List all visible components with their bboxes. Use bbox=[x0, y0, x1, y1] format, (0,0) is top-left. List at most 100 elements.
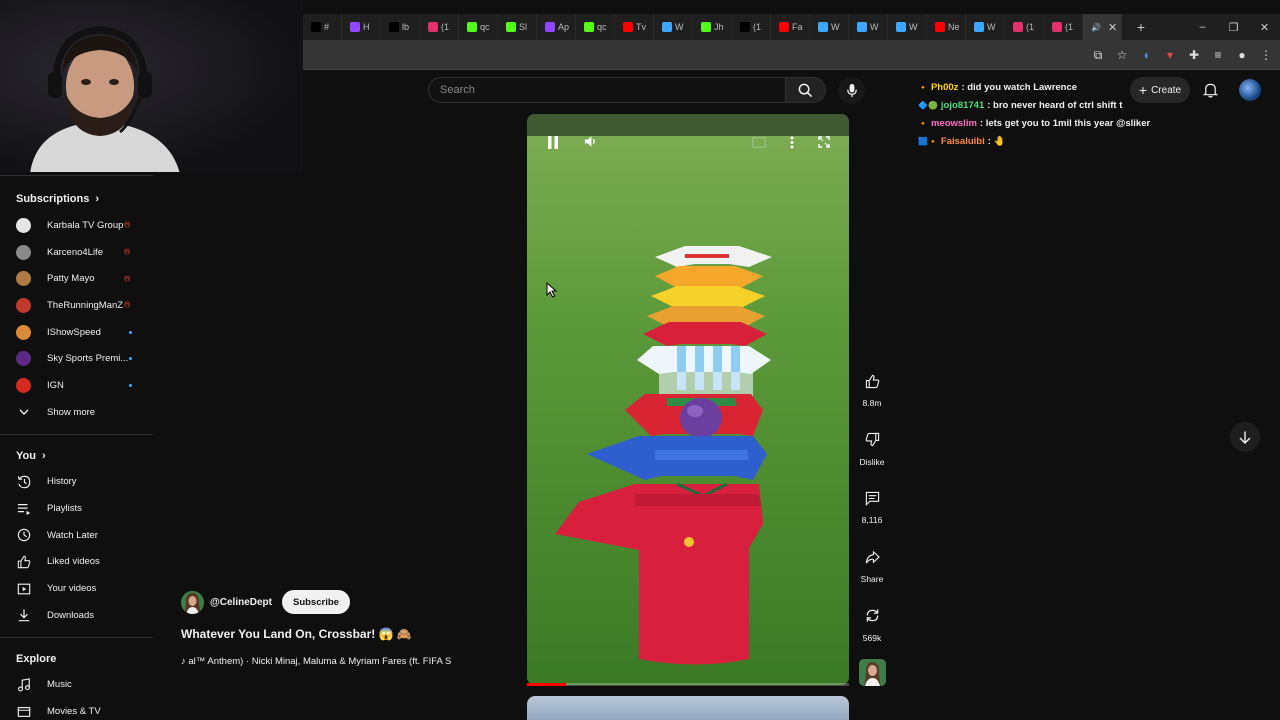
next-video-button[interactable] bbox=[1230, 422, 1260, 452]
maximize-button[interactable]: ❐ bbox=[1218, 21, 1249, 34]
browser-tab[interactable]: H bbox=[342, 14, 381, 40]
browser-tab[interactable]: Tv bbox=[615, 14, 654, 40]
close-window-button[interactable]: ✕ bbox=[1249, 21, 1280, 34]
music-info[interactable]: ♪ al™ Anthem) · Nicki Minaj, Maluma & My… bbox=[181, 656, 481, 670]
subscription-item[interactable]: IGN bbox=[0, 372, 153, 399]
subscription-item[interactable]: Patty Mayo ((•)) bbox=[0, 265, 153, 292]
tab-close-icon[interactable]: ✕ bbox=[1108, 21, 1117, 34]
sidebar-item-label: Movies & TV bbox=[47, 706, 101, 718]
subscription-name: Karceno4Life bbox=[47, 246, 103, 258]
chat-message: 🔸 Ph00z: did you watch Lawrence bbox=[918, 78, 1278, 96]
subscription-item[interactable]: Sky Sports Premi... bbox=[0, 345, 153, 372]
subscription-name: IGN bbox=[47, 379, 64, 391]
fullscreen-button[interactable] bbox=[816, 134, 832, 150]
shorts-video-player[interactable] bbox=[527, 114, 849, 685]
sidebar-item-history[interactable]: History bbox=[0, 469, 153, 496]
channel-name[interactable]: @CelineDept bbox=[210, 597, 272, 608]
sidebar-item-watch-later[interactable]: Watch Later bbox=[0, 522, 153, 549]
channel-thumbnail[interactable] bbox=[859, 659, 886, 686]
browser-tab-active[interactable]: 🔊 ✕ bbox=[1083, 14, 1122, 40]
comment-count: 8,116 bbox=[861, 515, 883, 526]
subscription-name: Sky Sports Premi... bbox=[47, 353, 129, 365]
you-header[interactable]: You › bbox=[0, 443, 153, 469]
account-avatar[interactable] bbox=[1239, 79, 1261, 101]
browser-tab[interactable]: qc bbox=[459, 14, 498, 40]
browser-tab[interactable]: Sl bbox=[498, 14, 537, 40]
sidebar-item-liked-videos[interactable]: Liked videos bbox=[0, 549, 153, 576]
install-icon[interactable]: ⧉ bbox=[1090, 47, 1106, 63]
search-button[interactable] bbox=[786, 77, 826, 103]
channel-avatar[interactable] bbox=[181, 590, 204, 614]
mouse-cursor-icon bbox=[546, 282, 557, 298]
window-controls: – ❐ ✕ bbox=[1187, 14, 1280, 40]
sidebar-item-playlists[interactable]: Playlists bbox=[0, 495, 153, 522]
extension-icon-2[interactable]: ▾ bbox=[1162, 47, 1178, 63]
browser-tab[interactable]: Jh bbox=[693, 14, 732, 40]
remix-button[interactable] bbox=[857, 600, 887, 631]
browser-menu-icon[interactable]: ⋮ bbox=[1258, 47, 1274, 63]
bookmark-star-icon[interactable]: ☆ bbox=[1114, 47, 1130, 63]
clock-icon bbox=[16, 528, 31, 543]
sidebar-item-music[interactable]: Music bbox=[0, 672, 153, 699]
subscriptions-header[interactable]: Subscriptions › bbox=[0, 186, 153, 212]
browser-tab[interactable]: W bbox=[849, 14, 888, 40]
subscription-item[interactable]: Karceno4Life ((•)) bbox=[0, 239, 153, 266]
browser-tab[interactable]: W bbox=[654, 14, 693, 40]
browser-tab[interactable]: # bbox=[303, 14, 342, 40]
pause-button[interactable] bbox=[545, 134, 561, 150]
extension-icon-1[interactable]: ◖ bbox=[1138, 47, 1154, 63]
tab-favicon-icon bbox=[779, 22, 789, 32]
thumb-down-icon bbox=[865, 433, 879, 447]
tab-title: W bbox=[675, 22, 684, 32]
tab-favicon-icon bbox=[974, 22, 984, 32]
notifications-button[interactable] bbox=[1200, 80, 1220, 100]
browser-tab[interactable]: (1 bbox=[1044, 14, 1083, 40]
browser-tab[interactable]: qc bbox=[576, 14, 615, 40]
browser-tab[interactable]: Ap bbox=[537, 14, 576, 40]
extensions-puzzle-icon[interactable]: ✚ bbox=[1186, 47, 1202, 63]
video-progress-bar[interactable] bbox=[527, 683, 849, 686]
browser-tab[interactable]: Fa bbox=[771, 14, 810, 40]
dislike-button[interactable] bbox=[857, 424, 887, 455]
browser-tab[interactable]: W bbox=[810, 14, 849, 40]
sidebar-item-your-videos[interactable]: Your videos bbox=[0, 575, 153, 602]
tab-title: W bbox=[870, 22, 879, 32]
tab-title: qc bbox=[480, 22, 490, 32]
browser-tab[interactable]: (1 bbox=[1005, 14, 1044, 40]
search-input[interactable] bbox=[429, 78, 785, 102]
playlists-icon bbox=[16, 501, 31, 516]
next-short-preview[interactable] bbox=[527, 696, 849, 720]
channel-avatar bbox=[16, 324, 31, 340]
channel-avatar bbox=[16, 217, 31, 233]
new-tab-button[interactable]: + bbox=[1128, 19, 1154, 35]
browser-tab[interactable]: lb bbox=[381, 14, 420, 40]
more-options-button[interactable] bbox=[784, 134, 800, 150]
subscription-item[interactable]: IShowSpeed bbox=[0, 319, 153, 346]
subscription-item[interactable]: Karbala TV Group ((•)) bbox=[0, 212, 153, 239]
volume-button[interactable] bbox=[582, 133, 598, 149]
remix-icon bbox=[866, 609, 878, 622]
browser-tab[interactable]: (1 bbox=[732, 14, 771, 40]
captions-button[interactable] bbox=[751, 134, 767, 150]
create-button[interactable]: + Create bbox=[1130, 77, 1190, 103]
profile-icon[interactable]: ● bbox=[1234, 47, 1250, 63]
subscription-item[interactable]: TheRunningManZ ((•)) bbox=[0, 292, 153, 319]
tab-title: Tv bbox=[636, 22, 646, 32]
sidebar-item-movies-tv[interactable]: Movies & TV bbox=[0, 698, 153, 720]
browser-tab[interactable]: (1 bbox=[420, 14, 459, 40]
like-button[interactable] bbox=[857, 366, 887, 396]
browser-tab[interactable]: W bbox=[888, 14, 927, 40]
video-title[interactable]: Whatever You Land On, Crossbar! 😱 🙈 bbox=[181, 627, 412, 641]
browser-tab[interactable]: W bbox=[966, 14, 1005, 40]
sidebar-item-downloads[interactable]: Downloads bbox=[0, 602, 153, 629]
voice-search-button[interactable] bbox=[838, 77, 865, 104]
subscribe-button[interactable]: Subscribe bbox=[281, 590, 350, 614]
show-more-button[interactable]: Show more bbox=[0, 399, 153, 426]
minimize-button[interactable]: – bbox=[1187, 21, 1218, 33]
browser-tab[interactable]: Ne bbox=[927, 14, 966, 40]
comments-button[interactable] bbox=[857, 483, 887, 514]
chat-badge-icon: 🔷🟢 bbox=[918, 100, 938, 110]
media-control-icon[interactable]: ≡ bbox=[1210, 47, 1226, 63]
share-button[interactable] bbox=[857, 542, 887, 573]
channel-avatar bbox=[16, 297, 31, 313]
